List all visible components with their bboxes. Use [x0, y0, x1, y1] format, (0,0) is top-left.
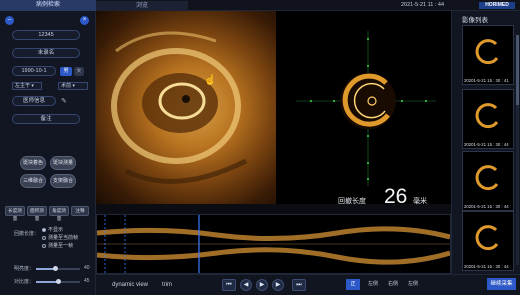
- contrast-slider[interactable]: [36, 279, 80, 284]
- patient-name-field[interactable]: 未录名: [12, 48, 80, 58]
- radio-to-frame[interactable]: 测量至一帧: [42, 242, 73, 249]
- pullback-length-value: 26: [384, 185, 408, 208]
- phase-select[interactable]: 术前 ▾: [58, 82, 88, 90]
- longitudinal-view[interactable]: [96, 214, 451, 274]
- plaque-measure-button[interactable]: 斑块测量: [50, 156, 76, 170]
- edit-pencil-icon[interactable]: ✎: [61, 97, 67, 105]
- radio-label: 测量至一帧: [48, 243, 74, 249]
- plaque-color-button[interactable]: 斑块着色: [20, 156, 46, 170]
- brightness-slider[interactable]: [36, 266, 80, 271]
- oct-cross-section-render: [296, 31, 436, 186]
- image-list-panel: 影像列表 20201-5-21 15 : 30 : 41 20201-5-21 …: [451, 11, 520, 274]
- contrast-value: 45: [84, 278, 90, 284]
- gender-male-toggle[interactable]: 男: [60, 67, 72, 76]
- thumbnail-timestamp: 20201-5-21 15 : 30 : 44: [464, 204, 509, 209]
- mode-left-2[interactable]: 左侧: [406, 279, 420, 290]
- thumbnail-item[interactable]: 20201-5-21 15 : 30 : 44: [462, 211, 514, 271]
- pullback-length-label: 回撤长度：: [14, 231, 40, 237]
- birth-date-field[interactable]: 1990-10-1: [12, 66, 56, 76]
- chevron-down-icon: ▾: [72, 83, 75, 89]
- forward-icon[interactable]: ▶: [272, 279, 284, 291]
- scrollbar-thumb[interactable]: [516, 35, 519, 105]
- radio-to-current[interactable]: 测量至当前帧: [42, 234, 78, 241]
- phase-select-value: 术前: [61, 83, 72, 89]
- vessel-3d-view[interactable]: ☝: [96, 11, 276, 204]
- pullback-length-text: 回撤长度: [338, 198, 366, 205]
- radio-dot: [42, 243, 46, 248]
- tab-case-search[interactable]: 病例检索: [0, 0, 96, 11]
- brand-logo: HORIMED: [479, 2, 515, 9]
- brightness-knob[interactable]: [53, 266, 59, 271]
- pullback-length-unit: 毫米: [413, 198, 427, 205]
- note-field[interactable]: 备注: [12, 114, 80, 124]
- angle-measure-button[interactable]: 角度测量: [49, 206, 69, 221]
- vessel-3d-render: [111, 31, 248, 184]
- thumbnail-timestamp: 20201-5-21 15 : 30 : 44: [464, 142, 509, 147]
- top-bar: 病例检索 浏览 2021-5-21 11 : 44 HORIMED: [0, 0, 520, 11]
- oct-thumbnail-icon: [475, 225, 499, 251]
- bottom-toolbar: dynamic view trim ⏮ ◀ ▶ ▶ ⏭ 正 左侧 右侧 左侧: [96, 274, 520, 295]
- hand-cursor-icon: ☝: [204, 75, 217, 86]
- longitudinal-render: [96, 215, 451, 273]
- tab-browse[interactable]: 浏览: [96, 1, 188, 11]
- collapse-icon[interactable]: –: [5, 16, 14, 25]
- thumbnail-item[interactable]: 20201-5-21 15 : 30 : 41: [462, 25, 514, 85]
- oct-thumbnail-icon: [475, 39, 499, 65]
- brightness-label: 明亮度：: [14, 266, 35, 272]
- skip-forward-icon[interactable]: ⏭: [292, 279, 306, 291]
- rewind-icon[interactable]: ◀: [240, 279, 252, 291]
- mode-front[interactable]: 正: [346, 279, 360, 290]
- contrast-fill: [36, 281, 58, 283]
- mode-right[interactable]: 右侧: [386, 279, 400, 290]
- continue-capture-button[interactable]: 继续采集: [487, 278, 516, 290]
- mode-left[interactable]: 左侧: [366, 279, 380, 290]
- thumbnail-timestamp: 20201-5-21 15 : 30 : 44: [464, 264, 509, 269]
- vessel-select[interactable]: 左主干 ▾: [12, 82, 42, 90]
- radio-hide[interactable]: 不显示: [42, 226, 63, 233]
- oct-thumbnail-icon: [475, 165, 499, 191]
- thumbnail-item[interactable]: 20201-5-21 15 : 30 : 44: [462, 151, 514, 211]
- skip-back-icon[interactable]: ⏮: [222, 279, 236, 291]
- 3d-fusion-button[interactable]: 三维融合: [20, 174, 46, 188]
- radio-dot: [42, 227, 46, 232]
- doctor-info-field[interactable]: 医师信息: [12, 96, 56, 106]
- gender-female-toggle[interactable]: 女: [74, 67, 84, 76]
- contrast-label: 对比度：: [14, 279, 35, 285]
- view-mode-label[interactable]: dynamic view: [112, 282, 148, 288]
- close-icon[interactable]: ×: [80, 16, 89, 25]
- thumbnail-item[interactable]: 20201-5-21 15 : 30 : 44: [462, 89, 514, 149]
- vessel-select-value: 左主干: [15, 83, 31, 89]
- patient-id-field[interactable]: 12345: [12, 30, 80, 40]
- trim-label[interactable]: trim: [162, 282, 172, 288]
- contrast-knob[interactable]: [55, 279, 61, 284]
- radio-label: 测量至当前帧: [48, 235, 79, 241]
- oct-thumbnail-icon: [475, 103, 499, 129]
- brightness-value: 40: [84, 265, 90, 271]
- radio-dot: [42, 235, 46, 240]
- radio-label: 不显示: [48, 227, 64, 233]
- area-measure-button[interactable]: 面积测量: [27, 206, 47, 221]
- length-measure-button[interactable]: 长度测量: [5, 206, 25, 221]
- stent-fusion-button[interactable]: 支架融合: [50, 174, 76, 188]
- thumbnail-timestamp: 20201-5-21 15 : 30 : 41: [464, 78, 509, 83]
- image-list-title: 影像列表: [462, 17, 488, 24]
- app-window: 病例检索 浏览 2021-5-21 11 : 44 HORIMED – × 12…: [0, 0, 520, 295]
- oct-cross-section-view[interactable]: [276, 11, 451, 204]
- left-panel: – × 12345 未录名 1990-10-1 男 女 左主干 ▾ 术前 ▾ 医…: [0, 11, 96, 295]
- datetime-display: 2021-5-21 11 : 44: [401, 2, 445, 8]
- annotation-button[interactable]: 注释: [71, 206, 89, 216]
- chevron-down-icon: ▾: [31, 83, 34, 89]
- image-list-scrollbar[interactable]: [516, 35, 519, 265]
- play-icon[interactable]: ▶: [256, 279, 268, 291]
